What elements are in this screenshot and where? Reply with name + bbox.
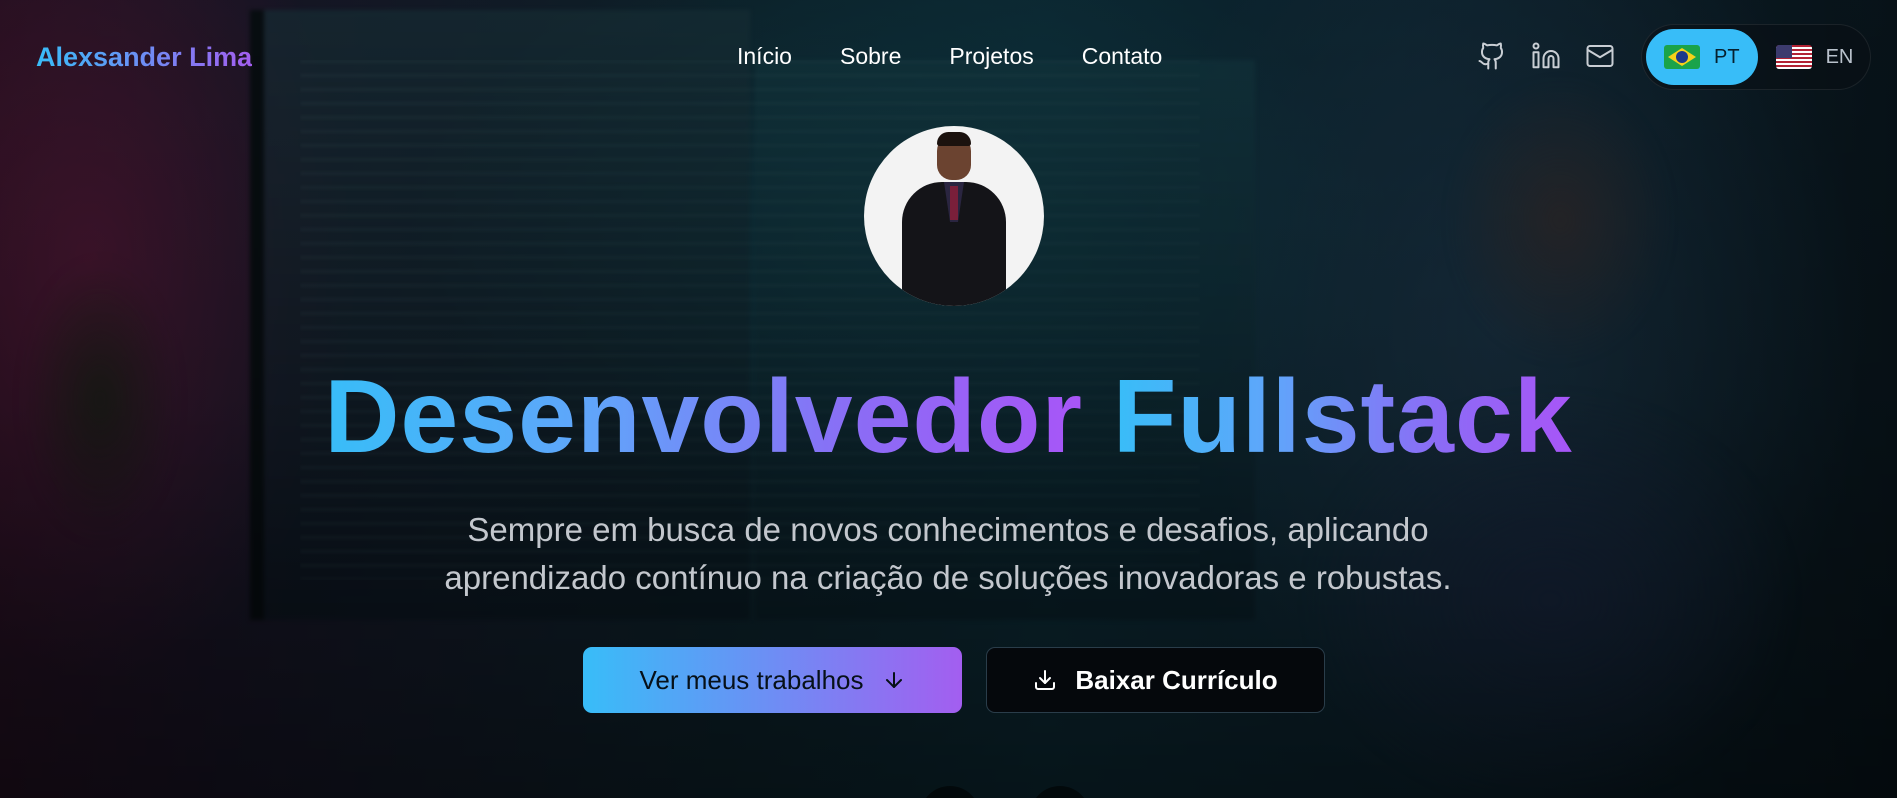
hero-title: Desenvolvedor Fullstack	[0, 358, 1897, 477]
brand-logo[interactable]: Alexsander Lima	[36, 42, 252, 73]
nav-link-inicio[interactable]: Início	[737, 43, 792, 70]
social-links	[1476, 40, 1616, 72]
language-label-en: EN	[1825, 45, 1854, 68]
us-flag-icon	[1775, 45, 1812, 69]
brazil-flag-icon	[1664, 45, 1700, 69]
view-work-button[interactable]: Ver meus trabalhos	[583, 647, 962, 713]
nav-link-contato[interactable]: Contato	[1082, 43, 1163, 70]
hero-title-part1: Desenvolvedor	[324, 359, 1083, 475]
main-nav: Início Sobre Projetos Contato	[737, 43, 1162, 70]
mail-icon[interactable]	[1584, 40, 1616, 72]
arrow-down-icon	[885, 672, 902, 688]
hero-title-part2: Fullstack	[1112, 359, 1573, 475]
hero-subtitle-line1: Sempre em busca de novos conhecimentos e…	[467, 511, 1429, 548]
download-resume-button[interactable]: Baixar Currículo	[986, 647, 1325, 713]
github-icon[interactable]	[1476, 40, 1508, 72]
download-icon	[1035, 670, 1056, 690]
view-work-button-label: Ver meus trabalhos	[639, 664, 864, 695]
language-option-pt[interactable]: PT	[1646, 29, 1758, 85]
download-resume-button-label: Baixar Currículo	[1075, 664, 1278, 695]
language-option-en[interactable]: EN	[1758, 29, 1872, 85]
nav-link-projetos[interactable]: Projetos	[949, 43, 1033, 70]
site-header: Alexsander Lima Início Sobre Projetos Co…	[0, 0, 1897, 116]
language-label-pt: PT	[1714, 45, 1740, 68]
language-switcher: PT EN	[1641, 24, 1871, 90]
nav-link-sobre[interactable]: Sobre	[840, 43, 901, 70]
hero-subtitle-line2: aprendizado contínuo na criação de soluç…	[444, 559, 1452, 596]
avatar	[864, 126, 1044, 306]
linkedin-icon[interactable]	[1530, 40, 1562, 72]
hero-subtitle: Sempre em busca de novos conhecimentos e…	[348, 506, 1548, 602]
